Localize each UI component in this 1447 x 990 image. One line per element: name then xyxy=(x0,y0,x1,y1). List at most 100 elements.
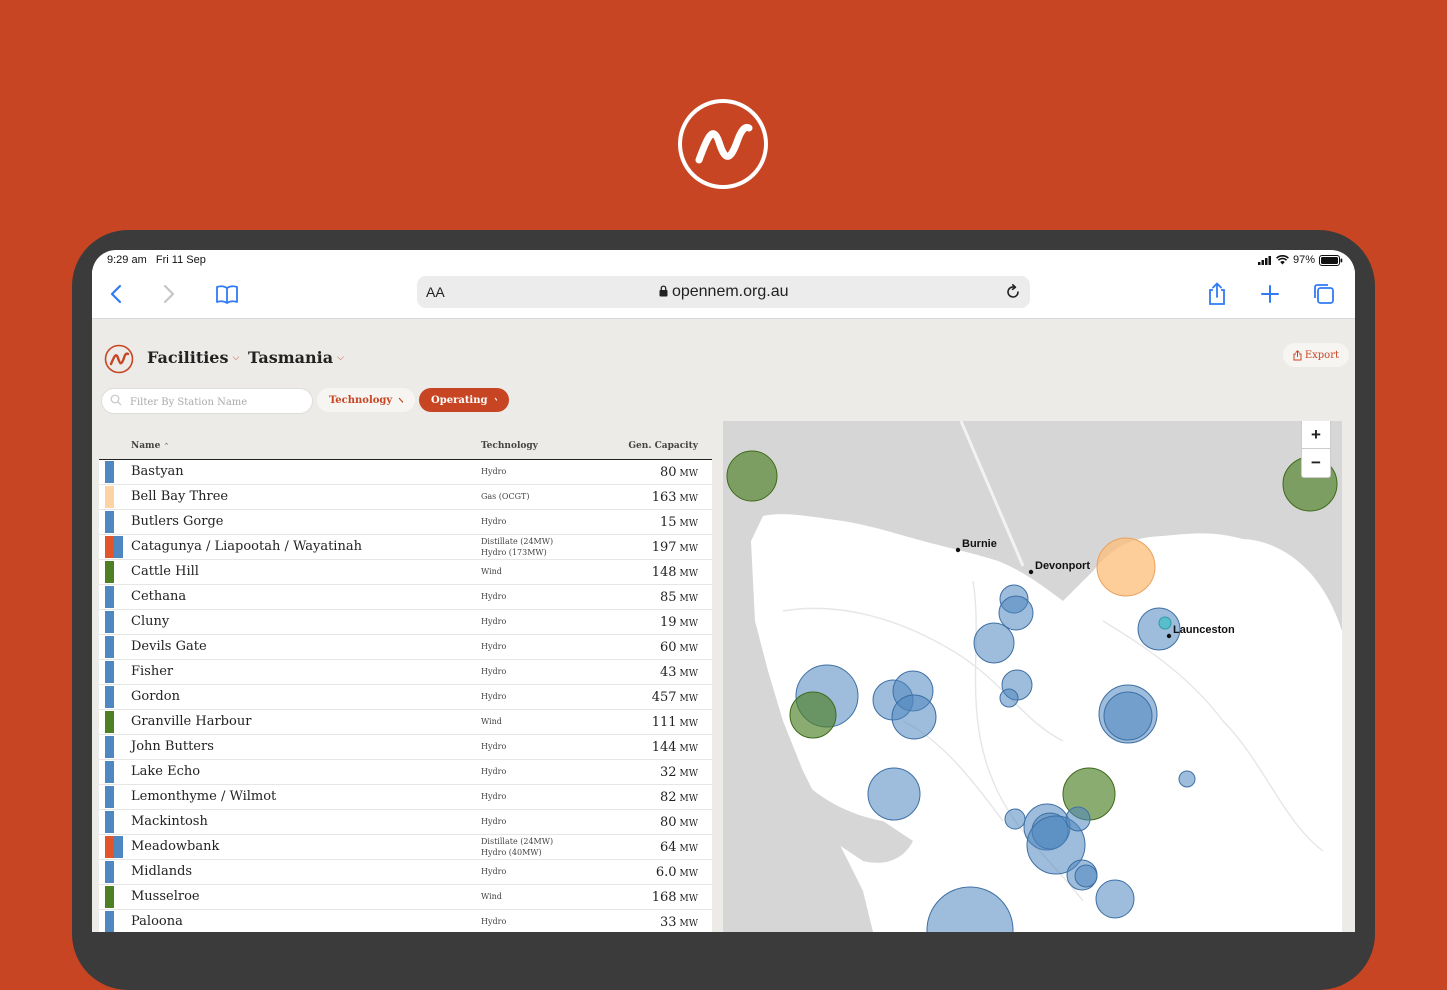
town-dot xyxy=(955,547,961,553)
table-row[interactable]: Catagunya / Liapootah / Wayatinah Distill… xyxy=(99,535,712,560)
table-row[interactable]: Butlers Gorge Hydro 15 MW xyxy=(99,510,712,535)
town-label: Devonport xyxy=(1035,560,1090,572)
status-indicators: 97% xyxy=(1257,254,1343,266)
technology-line: Wind xyxy=(481,717,502,726)
facility-marker[interactable] xyxy=(867,767,921,821)
station-technology: Hydro xyxy=(481,816,506,827)
capacity-unit: MW xyxy=(679,769,698,779)
town-dot xyxy=(1166,633,1172,639)
facility-marker[interactable] xyxy=(973,622,1015,664)
station-name: Midlands xyxy=(131,864,193,879)
table-row[interactable]: John Butters Hydro 144 MW xyxy=(99,735,712,760)
technology-line: Hydro xyxy=(481,867,507,876)
facility-marker[interactable] xyxy=(1178,770,1196,788)
station-name: Devils Gate xyxy=(131,639,207,654)
map-canvas[interactable]: Burnie Devonport Launceston xyxy=(723,421,1342,932)
facility-marker[interactable] xyxy=(1074,864,1098,888)
table-row[interactable]: Mackintosh Hydro 80 MW xyxy=(99,810,712,835)
capacity-value: 197 xyxy=(651,540,677,555)
station-capacity: 64 MW xyxy=(660,840,698,855)
technology-line: Hydro (173MW) xyxy=(481,548,547,557)
technology-line: Wind xyxy=(481,567,502,576)
table-row[interactable]: Musselroe Wind 168 MW xyxy=(99,885,712,910)
facilities-map[interactable]: Burnie Devonport Launceston + − xyxy=(723,421,1342,932)
table-row[interactable]: Cattle Hill Wind 148 MW xyxy=(99,560,712,585)
town-dot xyxy=(1028,569,1034,575)
table-row[interactable]: Devils Gate Hydro 60 MW xyxy=(99,635,712,660)
technology-line: Hydro xyxy=(481,617,507,626)
facility-marker[interactable] xyxy=(1095,879,1135,919)
capacity-value: 19 xyxy=(659,615,677,630)
app-logo-icon[interactable] xyxy=(104,344,134,374)
export-button[interactable]: Export xyxy=(1282,343,1349,367)
capacity-value: 144 xyxy=(651,740,677,755)
fuel-color-swatch xyxy=(105,811,114,833)
zoom-in-button[interactable]: + xyxy=(1302,421,1330,449)
facility-marker[interactable] xyxy=(891,694,937,740)
station-search[interactable] xyxy=(101,388,313,414)
column-header-technology[interactable]: Technology xyxy=(481,441,538,451)
facility-marker[interactable] xyxy=(1096,537,1156,597)
forward-button[interactable] xyxy=(155,280,183,308)
share-button[interactable] xyxy=(1203,280,1231,308)
table-row[interactable]: Meadowbank Distillate (24MW) Hydro (40MW) 6… xyxy=(99,835,712,860)
table-row[interactable]: Midlands Hydro 6.0 MW xyxy=(99,860,712,885)
facility-marker[interactable] xyxy=(1158,616,1172,630)
town-label: Burnie xyxy=(962,538,997,550)
table-row[interactable]: Paloona Hydro 33 MW xyxy=(99,910,712,932)
section-selector[interactable]: Facilities ⌵ xyxy=(147,348,239,367)
station-name: Catagunya / Liapootah / Wayatinah xyxy=(131,539,362,554)
new-tab-button[interactable] xyxy=(1256,280,1284,308)
status-time-text: 9:29 am xyxy=(107,254,147,266)
technology-line: Hydro xyxy=(481,642,507,651)
table-row[interactable]: Fisher Hydro 43 MW xyxy=(99,660,712,685)
table-row[interactable]: Bell Bay Three Gas (OCGT) 163 MW xyxy=(99,485,712,510)
facility-marker[interactable] xyxy=(1103,691,1153,741)
technology-filter[interactable]: Technology xyxy=(317,388,415,412)
table-row[interactable]: Cluny Hydro 19 MW xyxy=(99,610,712,635)
station-name: Butlers Gorge xyxy=(131,514,224,529)
technology-line: Hydro xyxy=(481,792,507,801)
status-filter[interactable]: Operating xyxy=(419,388,509,412)
facility-marker[interactable] xyxy=(999,688,1019,708)
facility-marker[interactable] xyxy=(1004,808,1026,830)
column-header-capacity[interactable]: Gen. Capacity xyxy=(628,441,698,451)
battery-percent: 97% xyxy=(1292,254,1315,266)
table-header: Name ⌃ Technology Gen. Capacity xyxy=(99,429,712,460)
technology-line: Hydro xyxy=(481,667,507,676)
capacity-unit: MW xyxy=(679,744,698,754)
station-name: Bell Bay Three xyxy=(131,489,229,504)
facility-marker[interactable] xyxy=(1065,806,1091,832)
column-header-name[interactable]: Name ⌃ xyxy=(131,441,169,451)
table-row[interactable]: Gordon Hydro 457 MW xyxy=(99,685,712,710)
fuel-color-swatch xyxy=(105,561,114,583)
reload-icon[interactable] xyxy=(1005,284,1021,300)
tabs-button[interactable] xyxy=(1310,280,1338,308)
capacity-value: 457 xyxy=(651,690,677,705)
table-row[interactable]: Cethana Hydro 85 MW xyxy=(99,585,712,610)
address-bar[interactable]: AA opennem.org.au xyxy=(417,276,1030,308)
opennem-logo-icon xyxy=(678,99,768,189)
facility-marker[interactable] xyxy=(726,450,778,502)
capacity-unit: MW xyxy=(679,519,698,529)
region-selector[interactable]: Tasmania ⌵ xyxy=(248,348,344,367)
bookmarks-button[interactable] xyxy=(213,280,241,308)
station-capacity: 80 MW xyxy=(660,815,698,830)
back-button[interactable] xyxy=(102,280,130,308)
fuel-color-swatch xyxy=(105,486,114,508)
table-row[interactable]: Bastyan Hydro 80 MW xyxy=(99,460,712,485)
wifi-icon xyxy=(1276,255,1289,265)
facilities-table: Name ⌃ Technology Gen. Capacity Bastyan H… xyxy=(99,429,712,932)
capacity-value: 64 xyxy=(659,840,677,855)
capacity-value: 111 xyxy=(651,715,677,730)
zoom-out-button[interactable]: − xyxy=(1302,449,1330,476)
capacity-value: 82 xyxy=(659,790,677,805)
facility-marker[interactable] xyxy=(789,691,837,739)
table-row[interactable]: Granville Harbour Wind 111 MW xyxy=(99,710,712,735)
technology-line: Distillate (24MW) xyxy=(481,837,554,846)
station-search-input[interactable] xyxy=(128,392,310,412)
facility-marker[interactable] xyxy=(998,595,1034,631)
table-row[interactable]: Lake Echo Hydro 32 MW xyxy=(99,760,712,785)
table-row[interactable]: Lemonthyme / Wilmot Hydro 82 MW xyxy=(99,785,712,810)
station-name: Meadowbank xyxy=(131,839,220,854)
